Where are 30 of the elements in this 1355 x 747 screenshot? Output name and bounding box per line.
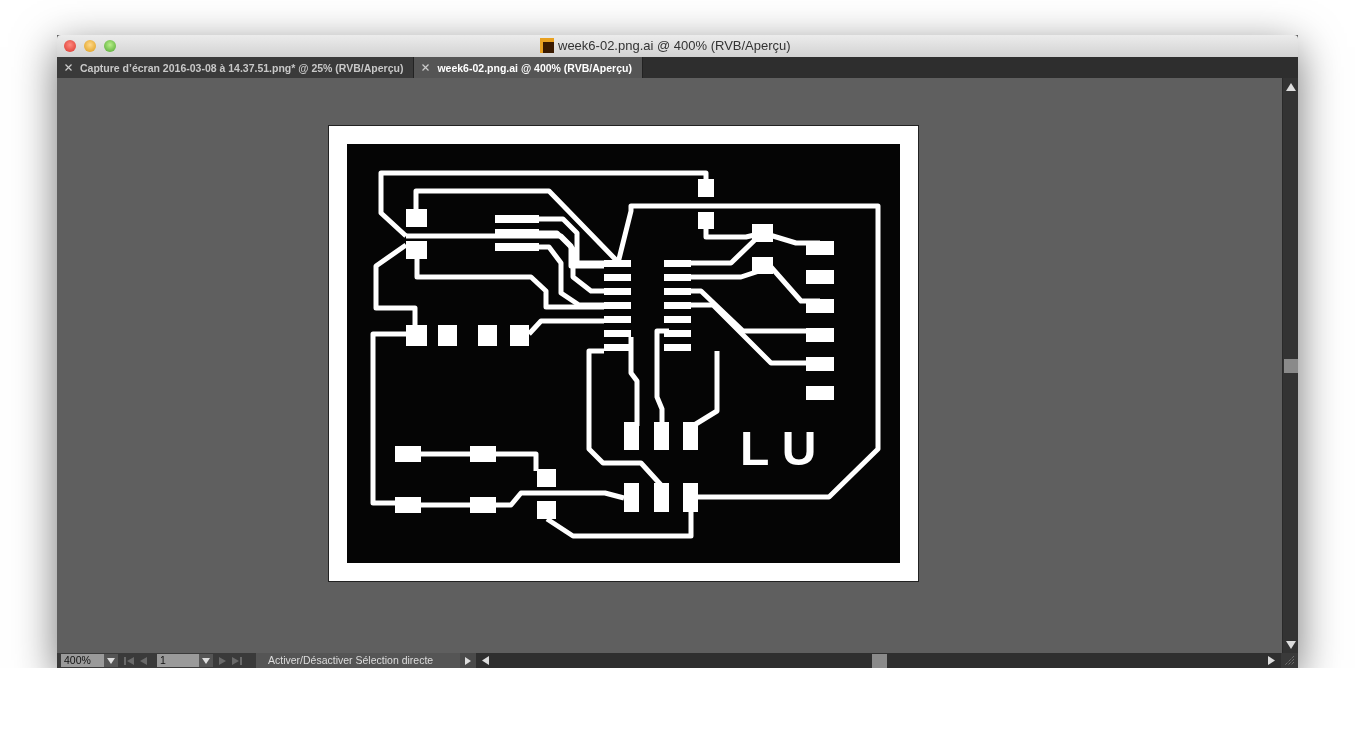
next-page-icon[interactable]: [219, 656, 226, 665]
page-field[interactable]: 1: [157, 654, 199, 667]
caret-icon: [202, 657, 210, 664]
scroll-right-icon[interactable]: [1268, 656, 1275, 665]
play-icon: [465, 656, 471, 665]
page-dropdown-button[interactable]: [199, 654, 213, 667]
close-icon[interactable]: [65, 64, 72, 71]
resize-grip-icon[interactable]: [1284, 655, 1295, 666]
scroll-down-icon[interactable]: [1285, 641, 1296, 649]
horizontal-scrollbar[interactable]: [476, 653, 1281, 668]
first-page-icon[interactable]: [124, 656, 134, 665]
document-icon: [540, 38, 554, 53]
close-button[interactable]: [64, 40, 76, 52]
document-tab[interactable]: Capture d’écran 2016-03-08 à 14.37.51.png* @ 25% (RVB/Aperçu): [57, 57, 415, 78]
previous-page-icon[interactable]: [140, 656, 147, 665]
document-tab[interactable]: week6-02.png.ai @ 400% (RVB/Aperçu): [414, 57, 643, 78]
board-label: L U: [740, 422, 817, 475]
close-icon[interactable]: [422, 64, 430, 71]
caret-icon: [107, 657, 115, 664]
zoom-dropdown-button[interactable]: [104, 654, 118, 667]
status-message: Activer/Désactiver Sélection directe: [256, 653, 460, 668]
status-menu-button[interactable]: [460, 653, 476, 668]
scroll-up-icon[interactable]: [1285, 83, 1296, 91]
window-title: week6-02.png.ai @ 400% (RVB/Aperçu): [558, 38, 791, 53]
scroll-thumb[interactable]: [1283, 359, 1298, 373]
vertical-scrollbar[interactable]: [1282, 78, 1298, 653]
scroll-thumb[interactable]: [872, 653, 887, 668]
zoom-field[interactable]: 400%: [61, 654, 104, 667]
scroll-left-icon[interactable]: [482, 656, 489, 665]
last-page-icon[interactable]: [232, 656, 242, 665]
